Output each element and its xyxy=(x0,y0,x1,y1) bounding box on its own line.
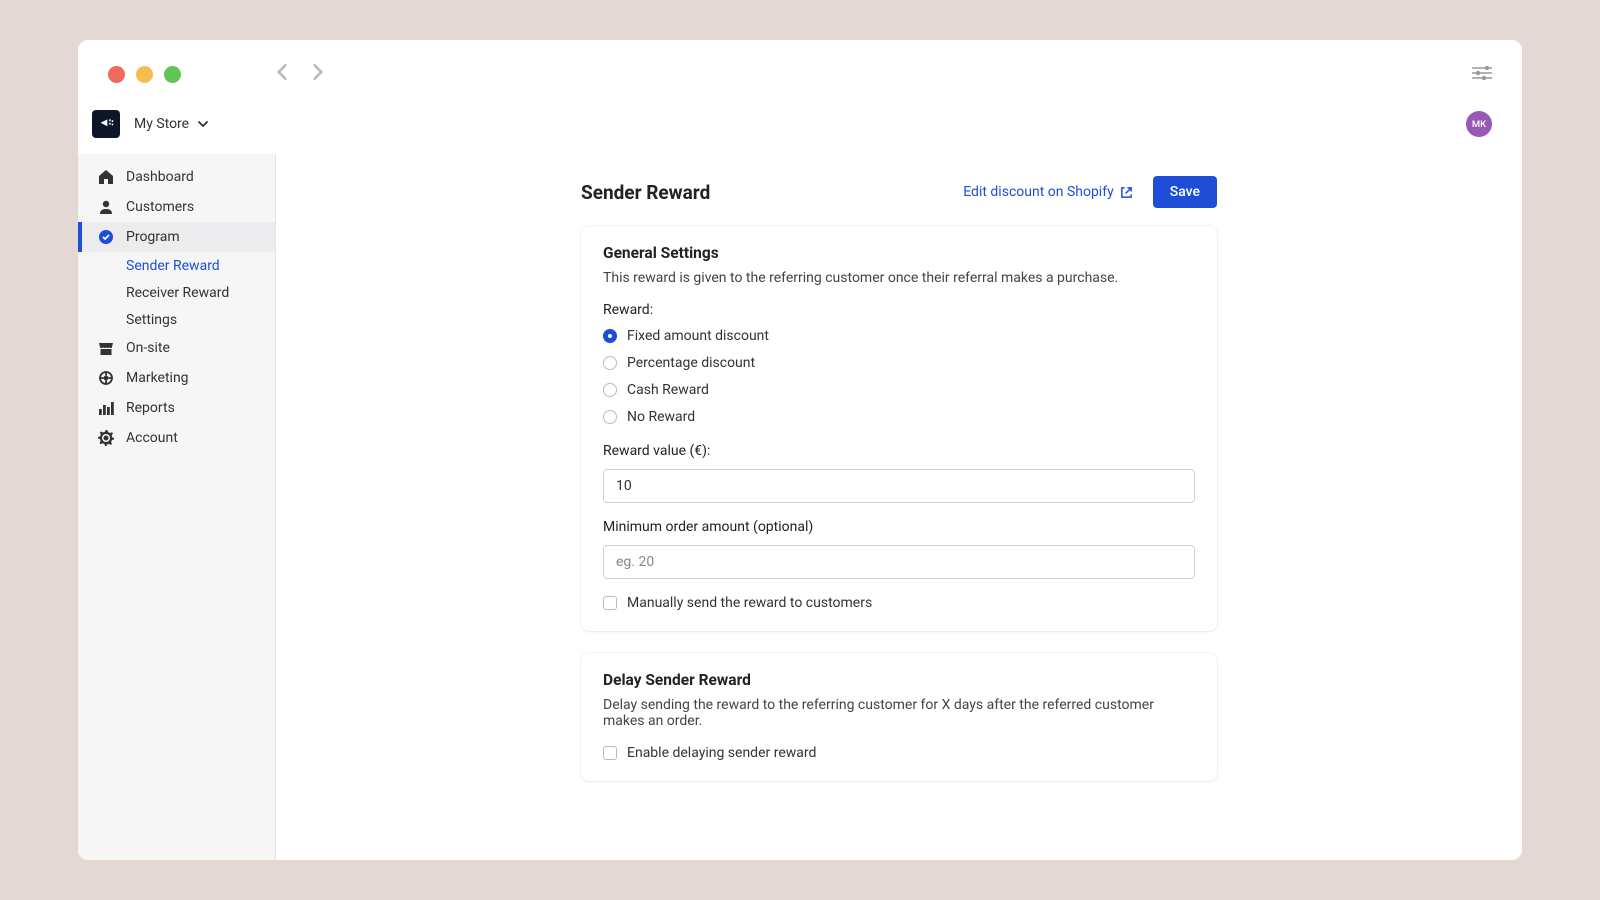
sidebar-label: Customers xyxy=(126,199,194,215)
traffic-light-close[interactable] xyxy=(108,66,125,83)
home-icon xyxy=(98,169,114,185)
sidebar-subitem-receiver-reward[interactable]: Receiver Reward xyxy=(78,279,275,306)
sidebar-item-reports[interactable]: Reports xyxy=(78,393,275,423)
person-icon xyxy=(98,199,114,215)
checkbox-icon xyxy=(603,596,617,610)
window-chrome xyxy=(78,40,1522,104)
radio-icon xyxy=(603,329,617,343)
app-logo-icon xyxy=(92,110,120,138)
storefront-icon xyxy=(98,340,114,356)
card-title: General Settings xyxy=(603,244,1195,262)
marketing-icon xyxy=(98,370,114,386)
reward-value-input[interactable] xyxy=(603,469,1195,503)
top-bar: My Store MK xyxy=(78,104,1522,154)
edit-discount-link[interactable]: Edit discount on Shopify xyxy=(963,184,1132,200)
card-description: This reward is given to the referring cu… xyxy=(603,270,1195,286)
program-icon xyxy=(98,229,114,245)
reward-label: Reward: xyxy=(603,302,1195,318)
gear-icon xyxy=(98,430,114,446)
card-description: Delay sending the reward to the referrin… xyxy=(603,697,1195,729)
radio-icon xyxy=(603,383,617,397)
min-order-input[interactable] xyxy=(603,545,1195,579)
store-selector[interactable]: My Store xyxy=(134,116,209,132)
enable-delay-checkbox[interactable]: Enable delaying sender reward xyxy=(603,745,1195,761)
sidebar-item-account[interactable]: Account xyxy=(78,423,275,453)
save-button[interactable]: Save xyxy=(1153,176,1217,208)
nav-back-icon[interactable] xyxy=(276,62,288,86)
sidebar-label: Account xyxy=(126,430,178,446)
sidebar-label: On-site xyxy=(126,340,170,356)
radio-cash[interactable]: Cash Reward xyxy=(603,382,1195,398)
chart-bar-icon xyxy=(98,400,114,416)
reward-value-label: Reward value (€): xyxy=(603,443,1195,459)
settings-sliders-icon[interactable] xyxy=(1472,65,1492,84)
radio-icon xyxy=(603,356,617,370)
chevron-down-icon xyxy=(197,120,209,128)
nav-forward-icon[interactable] xyxy=(312,62,324,86)
sidebar-item-customers[interactable]: Customers xyxy=(78,192,275,222)
sidebar-label: Program xyxy=(126,229,180,245)
sidebar-item-marketing[interactable]: Marketing xyxy=(78,363,275,393)
sidebar-label: Reports xyxy=(126,400,175,416)
sidebar-item-dashboard[interactable]: Dashboard xyxy=(78,162,275,192)
external-link-icon xyxy=(1120,186,1133,199)
sidebar-subitem-settings[interactable]: Settings xyxy=(78,306,275,333)
radio-fixed-amount[interactable]: Fixed amount discount xyxy=(603,328,1195,344)
page-header: Sender Reward Edit discount on Shopify S… xyxy=(581,176,1217,208)
sidebar-subitem-sender-reward[interactable]: Sender Reward xyxy=(78,252,275,279)
store-name: My Store xyxy=(134,116,189,132)
general-settings-card: General Settings This reward is given to… xyxy=(581,226,1217,631)
sidebar-item-program[interactable]: Program xyxy=(78,222,275,252)
app-window: My Store MK Dashboard Customers xyxy=(78,40,1522,860)
traffic-lights xyxy=(108,66,181,83)
delay-reward-card: Delay Sender Reward Delay sending the re… xyxy=(581,653,1217,781)
avatar[interactable]: MK xyxy=(1466,111,1492,137)
main-content: Sender Reward Edit discount on Shopify S… xyxy=(276,154,1522,860)
sidebar-label: Marketing xyxy=(126,370,189,386)
card-title: Delay Sender Reward xyxy=(603,671,1195,689)
radio-no-reward[interactable]: No Reward xyxy=(603,409,1195,425)
traffic-light-zoom[interactable] xyxy=(164,66,181,83)
sidebar: Dashboard Customers Program Sender Rewar… xyxy=(78,154,276,860)
sidebar-item-onsite[interactable]: On-site xyxy=(78,333,275,363)
page-title: Sender Reward xyxy=(581,181,710,204)
radio-icon xyxy=(603,410,617,424)
checkbox-icon xyxy=(603,746,617,760)
radio-percentage[interactable]: Percentage discount xyxy=(603,355,1195,371)
reward-radio-group: Fixed amount discount Percentage discoun… xyxy=(603,328,1195,425)
traffic-light-minimize[interactable] xyxy=(136,66,153,83)
min-order-label: Minimum order amount (optional) xyxy=(603,519,1195,535)
sidebar-label: Dashboard xyxy=(126,169,194,185)
manual-send-checkbox[interactable]: Manually send the reward to customers xyxy=(603,595,1195,611)
